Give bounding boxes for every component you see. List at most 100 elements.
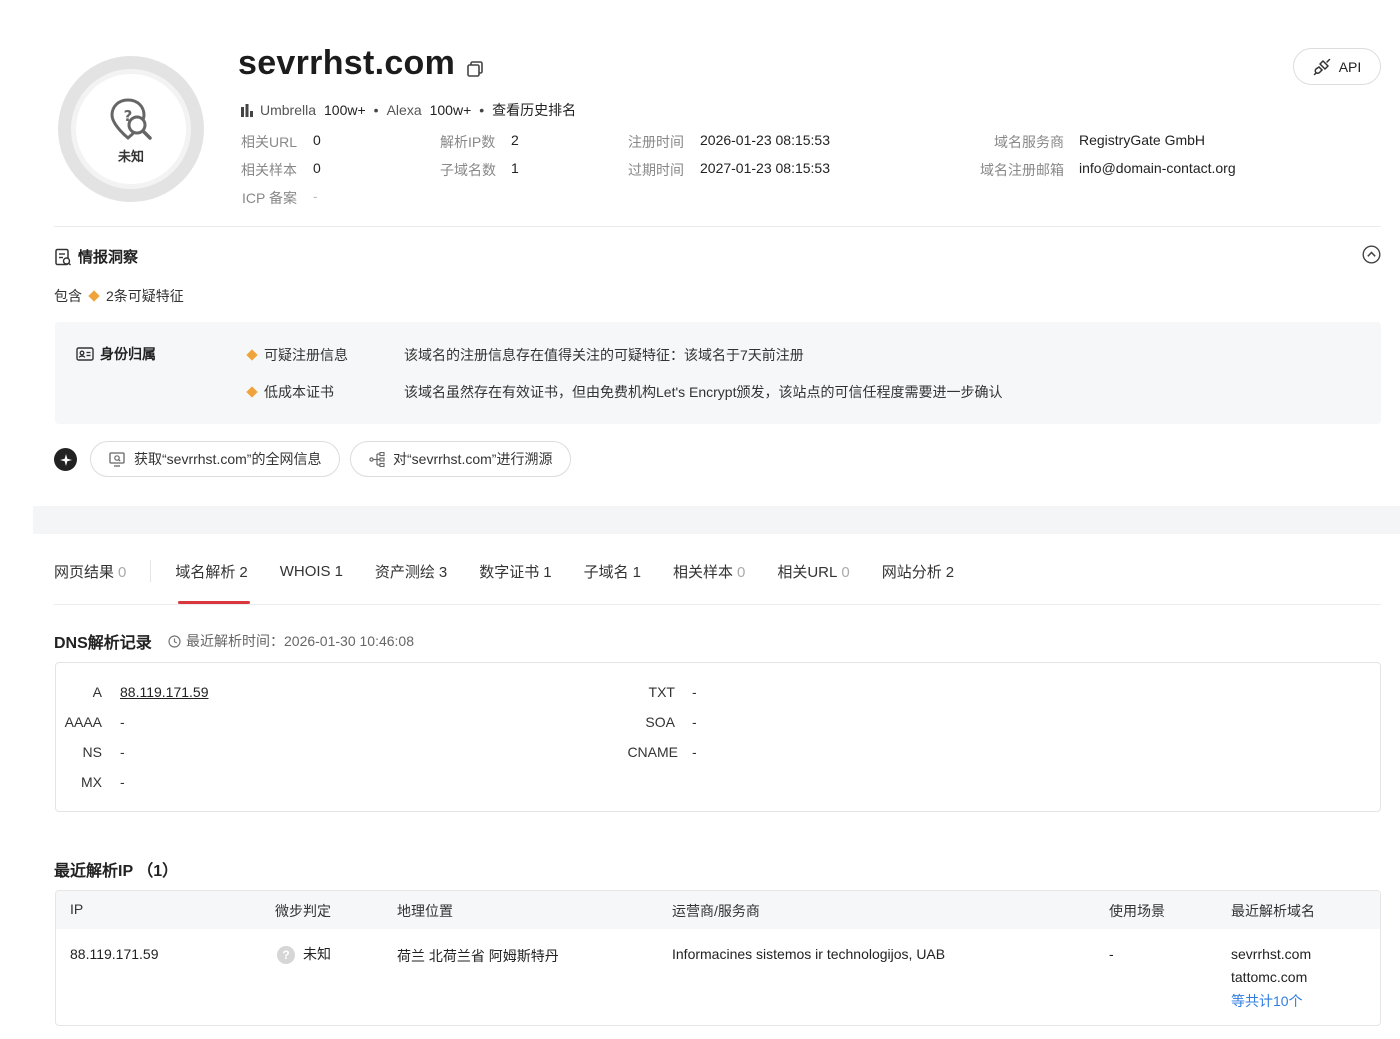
more-domains-link[interactable]: 等共计10个 <box>1231 991 1303 1011</box>
clock-icon <box>168 634 181 648</box>
tab-whois[interactable]: WHOIS 1 <box>280 563 343 580</box>
reg-time-label: 注册时间 <box>628 134 684 150</box>
bar-chart-icon <box>241 104 253 117</box>
copy-icon[interactable] <box>466 60 484 81</box>
tab-count: 0 <box>737 563 746 581</box>
verdict-cell: ? 未知 <box>277 944 331 965</box>
feature-name: 低成本证书 <box>244 382 334 402</box>
dns-type-soa: SOA <box>645 714 675 730</box>
registrar-label: 域名服务商 <box>994 134 1064 150</box>
verdict-badge: ? 未知 <box>58 56 204 202</box>
dns-value-cname: - <box>692 744 697 760</box>
intel-title: 情报洞察 <box>78 249 139 266</box>
tab-count: 0 <box>118 563 127 581</box>
tab-count: 1 <box>334 562 343 580</box>
tab-count: 1 <box>543 563 552 581</box>
tab-related-samples[interactable]: 相关样本 0 <box>673 561 745 582</box>
unknown-question-icon: ? <box>277 946 295 965</box>
intel-feature-box <box>55 322 1381 424</box>
tab-web-results[interactable]: 网页结果 0 <box>54 561 126 582</box>
tab-label: 相关样本 <box>672 563 733 581</box>
tab-label: 子域名 <box>583 563 629 581</box>
id-card-icon <box>76 347 94 361</box>
resolved-domain[interactable]: sevrrhst.com <box>1231 946 1311 962</box>
feature-name-text: 可疑注册信息 <box>264 347 348 363</box>
related-sample-value[interactable]: 0 <box>313 160 321 176</box>
dns-last-resolved: 最近解析时间：2026-01-30 10:46:08 <box>168 631 414 651</box>
tab-label: 相关URL <box>777 563 838 581</box>
dns-type-ns: NS <box>82 744 102 760</box>
tab-site-analysis[interactable]: 网站分析 2 <box>882 561 954 582</box>
trace-source-label: 对“sevrrhst.com”进行溯源 <box>393 451 553 467</box>
api-button[interactable]: API <box>1293 48 1381 85</box>
verdict-label: 未知 <box>117 148 144 164</box>
column-header: 微步判定 <box>275 903 331 919</box>
related-sample-label: 相关样本 <box>241 162 297 178</box>
tab-dns-resolution[interactable]: 域名解析 2 <box>175 561 247 582</box>
column-header: 地理位置 <box>397 903 453 919</box>
dns-value-ns: - <box>120 744 125 760</box>
graph-trace-icon <box>369 451 385 467</box>
tab-label: 资产测绘 <box>374 563 435 581</box>
tab-subdomains[interactable]: 子域名 1 <box>584 561 641 582</box>
collapse-icon[interactable] <box>1362 245 1381 267</box>
recent-ip-title: 最近解析IP （1） <box>54 863 179 880</box>
tab-count: 2 <box>239 563 248 581</box>
api-plug-icon <box>1313 58 1330 75</box>
intel-section-title: 情报洞察 <box>54 246 138 267</box>
active-tab-indicator <box>178 601 250 604</box>
subdomain-value[interactable]: 1 <box>511 160 519 176</box>
tab-count: 3 <box>438 563 448 581</box>
column-header: 最近解析域名 <box>1231 903 1315 919</box>
dns-records-title: DNS解析记录 <box>54 635 152 652</box>
fetch-global-info-button[interactable]: 获取“sevrrhst.com”的全网信息 <box>90 441 341 477</box>
rank-row: Umbrella 100w+ • Alexa 100w+ • 查看历史排名 <box>240 100 576 120</box>
dns-value-aaaa: - <box>120 714 125 730</box>
tab-asset-mapping[interactable]: 资产测绘 3 <box>375 561 447 582</box>
column-header: 使用场景 <box>1109 903 1165 919</box>
recent-ip-table: IP 微步判定 地理位置 运营商/服务商 使用场景 最近解析域名 88.119.… <box>55 890 1381 1026</box>
column-header: 运营商/服务商 <box>672 903 760 919</box>
tab-related-urls[interactable]: 相关URL 0 <box>777 561 849 582</box>
dns-value-soa: - <box>692 714 697 730</box>
tab-certificates[interactable]: 数字证书 1 <box>479 561 551 582</box>
suspicious-summary: 包含 2条可疑特征 <box>54 286 184 306</box>
resolved-ip-value[interactable]: 2 <box>511 132 519 148</box>
dns-last-resolved-text: 最近解析时间：2026-01-30 10:46:08 <box>186 633 414 649</box>
domain-title: sevrrhst.com <box>238 44 456 82</box>
exp-time-label: 过期时间 <box>628 162 684 178</box>
tabs-baseline <box>54 604 1381 605</box>
related-url-value[interactable]: 0 <box>313 132 321 148</box>
dns-value-a[interactable]: 88.119.171.59 <box>120 684 209 700</box>
verdict-text: 未知 <box>303 946 331 962</box>
resolved-domain[interactable]: tattomc.com <box>1231 969 1307 985</box>
warning-diamond-icon <box>246 349 258 361</box>
tab-label: WHOIS <box>279 562 331 580</box>
tab-bar: 网页结果 0 域名解析 2 WHOIS 1 资产测绘 3 数字证书 1 子域名 … <box>54 560 954 582</box>
warning-diamond-icon <box>246 386 258 398</box>
trace-source-button[interactable]: 对“sevrrhst.com”进行溯源 <box>350 441 572 477</box>
contains-text: 2条可疑特征 <box>106 288 184 304</box>
rank-separator: • <box>479 102 485 118</box>
monitor-search-icon <box>109 451 125 467</box>
tab-count: 1 <box>632 563 641 581</box>
ip-cell[interactable]: 88.119.171.59 <box>70 946 159 962</box>
fetch-global-info-label: 获取“sevrrhst.com”的全网信息 <box>134 451 322 467</box>
alexa-label: Alexa <box>386 102 422 118</box>
reg-email-value: info@domain-contact.org <box>1079 160 1236 176</box>
api-label: API <box>1338 58 1362 75</box>
tab-count: 0 <box>841 563 850 581</box>
subdomain-label: 子域名数 <box>440 162 496 178</box>
reg-time-value: 2026-01-23 08:15:53 <box>700 132 830 148</box>
tab-count: 2 <box>945 563 955 581</box>
dns-type-txt: TXT <box>648 684 675 700</box>
location-cell: 荷兰 北荷兰省 阿姆斯特丹 <box>397 948 559 964</box>
feature-desc: 该域名虽然存在有效证书，但由免费机构Let's Encrypt颁发，该站点的可信… <box>404 384 1003 400</box>
history-rank-link[interactable]: 查看历史排名 <box>492 100 576 120</box>
column-header: IP <box>70 901 84 917</box>
tab-label: 网页结果 <box>54 563 115 581</box>
identity-category: 身份归属 <box>76 344 156 364</box>
tab-label: 数字证书 <box>479 563 540 581</box>
ai-assistant-icon[interactable] <box>54 448 77 471</box>
registrar-value: RegistryGate GmbH <box>1079 132 1206 148</box>
